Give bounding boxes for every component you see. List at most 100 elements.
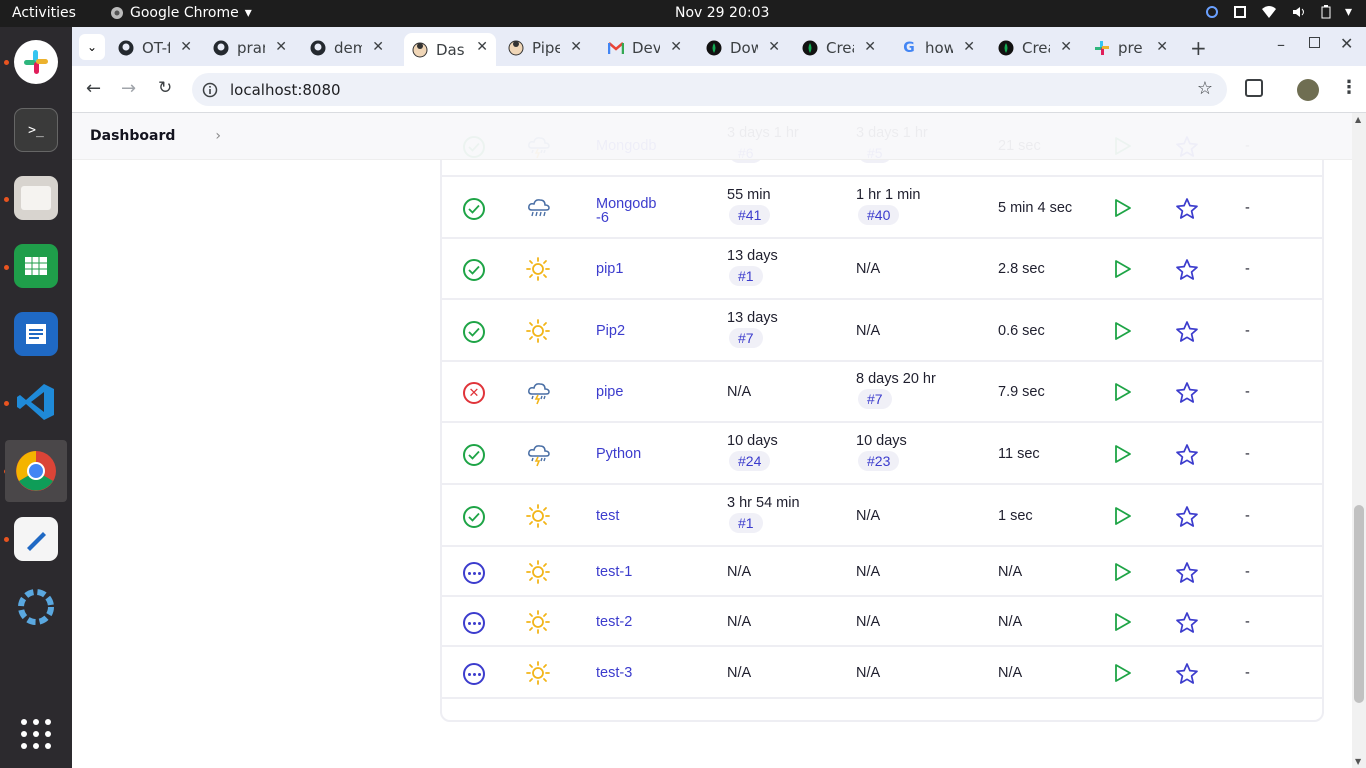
scroll-up-arrow-icon[interactable]: ▲ <box>1355 115 1361 124</box>
favorite-star-icon[interactable] <box>1175 505 1199 533</box>
job-name-link[interactable]: pip1 <box>596 262 666 277</box>
tab-close-icon[interactable]: ✕ <box>670 39 682 55</box>
tab-close-icon[interactable]: ✕ <box>180 39 192 55</box>
clock[interactable]: Nov 29 20:03 <box>675 5 769 21</box>
reload-icon[interactable]: ↻ <box>158 78 172 98</box>
extensions-icon[interactable] <box>1245 79 1263 97</box>
bookmark-star-icon[interactable]: ☆ <box>1197 78 1213 99</box>
tab-title: how <box>925 39 953 57</box>
tab-close-icon[interactable]: ✕ <box>372 39 384 55</box>
tab-search-chevron-icon[interactable]: ⌄ <box>79 34 105 60</box>
favorite-star-icon[interactable] <box>1175 258 1199 286</box>
job-name-link[interactable]: Python <box>596 447 666 462</box>
last-success-build-link[interactable]: #41 <box>729 205 771 225</box>
build-now-play-icon[interactable] <box>1114 562 1132 586</box>
favorite-star-icon[interactable] <box>1175 443 1199 471</box>
app-menu[interactable]: Google Chrome ▾ <box>110 5 252 21</box>
tab-close-icon[interactable]: ✕ <box>476 39 488 55</box>
slack-favicon-icon <box>1094 40 1110 56</box>
tab-close-icon[interactable]: ✕ <box>963 39 975 55</box>
last-success-build-link[interactable]: #1 <box>729 266 763 286</box>
last-success-build-link[interactable]: #7 <box>729 328 763 348</box>
shutter-dock-icon[interactable] <box>14 585 58 629</box>
tab-dem[interactable]: dem ✕ <box>302 33 392 63</box>
vscode-dock-icon[interactable] <box>14 380 58 424</box>
build-now-play-icon[interactable] <box>1114 259 1132 283</box>
build-now-play-icon[interactable] <box>1114 321 1132 345</box>
status-not-built-icon <box>463 663 485 685</box>
description: - <box>1245 508 1250 524</box>
profile-avatar[interactable] <box>1297 79 1319 101</box>
activities-button[interactable]: Activities <box>12 5 76 21</box>
last-success-build-link[interactable]: #24 <box>729 451 771 471</box>
tab-close-icon[interactable]: ✕ <box>570 39 582 55</box>
text-editor-dock-icon[interactable] <box>14 517 58 561</box>
build-now-play-icon[interactable] <box>1114 506 1132 530</box>
show-apps-icon[interactable] <box>14 712 58 756</box>
back-arrow-icon[interactable]: ← <box>86 78 101 99</box>
spreadsheet-dock-icon[interactable] <box>14 244 58 288</box>
job-name-link[interactable]: test <box>596 509 666 524</box>
last-failure-build-link[interactable]: #7 <box>858 389 892 409</box>
build-now-play-icon[interactable] <box>1114 663 1132 687</box>
last-success-build-link[interactable]: #1 <box>729 513 763 533</box>
build-now-play-icon[interactable] <box>1114 198 1132 222</box>
writer-dock-icon[interactable] <box>14 312 58 356</box>
tab-dasl[interactable]: Dasl ✕ <box>404 33 496 66</box>
url-text[interactable]: localhost:8080 <box>230 81 341 99</box>
breadcrumb-chevron-icon[interactable]: › <box>215 128 221 144</box>
files-dock-icon[interactable] <box>14 176 58 220</box>
scrollbar-thumb[interactable] <box>1354 505 1364 703</box>
restore-icon[interactable] <box>1309 37 1320 48</box>
last-failure-build-link[interactable]: #40 <box>858 205 900 225</box>
site-info-icon[interactable] <box>202 82 218 98</box>
favorite-star-icon[interactable] <box>1175 662 1199 690</box>
tab-ot-f[interactable]: OT-f ✕ <box>110 33 200 63</box>
job-name-link[interactable]: test-2 <box>596 615 666 630</box>
favorite-star-icon[interactable] <box>1175 611 1199 639</box>
job-name-link[interactable]: Mongodb -6 <box>596 197 666 226</box>
job-name-link[interactable]: Pip2 <box>596 324 666 339</box>
slack-dock-icon[interactable] <box>14 40 58 84</box>
chrome-dock-icon[interactable] <box>5 440 67 502</box>
favorite-star-icon[interactable] <box>1175 197 1199 225</box>
tab-dev[interactable]: Dev ✕ <box>600 33 690 63</box>
close-window-icon[interactable]: ✕ <box>1340 34 1353 53</box>
tab-pran[interactable]: pran ✕ <box>205 33 295 63</box>
tab-dow[interactable]: Dow ✕ <box>698 33 788 63</box>
last-failure-text: N/A <box>856 614 881 630</box>
kebab-menu-icon[interactable]: ⋮ <box>1340 77 1358 98</box>
job-name-link[interactable]: test-1 <box>596 565 666 580</box>
minimize-icon[interactable]: – <box>1277 35 1285 54</box>
build-now-play-icon[interactable] <box>1114 382 1132 406</box>
favorite-star-icon[interactable] <box>1175 381 1199 409</box>
tab-pre[interactable]: pre ✕ <box>1086 33 1176 63</box>
system-tray[interactable]: ▾ <box>1205 4 1352 20</box>
tab-crea[interactable]: Crea ✕ <box>794 33 884 63</box>
last-failure-build-link[interactable]: #23 <box>858 451 900 471</box>
tab-close-icon[interactable]: ✕ <box>768 39 780 55</box>
tab-crea[interactable]: Crea ✕ <box>990 33 1080 63</box>
terminal-dock-icon[interactable]: >_ <box>14 108 58 152</box>
build-now-play-icon[interactable] <box>1114 444 1132 468</box>
page-scrollbar[interactable]: ▲ ▼ <box>1352 113 1366 768</box>
address-bar[interactable]: localhost:8080 ☆ <box>192 73 1227 106</box>
job-name-link[interactable]: pipe <box>596 385 666 400</box>
job-name-link[interactable]: test-3 <box>596 666 666 681</box>
last-success: 10 days #24 <box>727 433 778 471</box>
forward-arrow-icon[interactable]: → <box>121 78 136 99</box>
last-failure: N/A <box>856 564 880 580</box>
tab-how[interactable]: Ghow ✕ <box>893 33 983 63</box>
tab-close-icon[interactable]: ✕ <box>1060 39 1072 55</box>
breadcrumb-dashboard-link[interactable]: Dashboard <box>90 128 175 144</box>
favorite-star-icon[interactable] <box>1175 561 1199 589</box>
new-tab-plus-icon[interactable]: + <box>1190 36 1207 60</box>
build-now-play-icon[interactable] <box>1114 612 1132 636</box>
favorite-star-icon[interactable] <box>1175 320 1199 348</box>
tab-close-icon[interactable]: ✕ <box>1156 39 1168 55</box>
scroll-down-arrow-icon[interactable]: ▼ <box>1355 757 1361 766</box>
tab-close-icon[interactable]: ✕ <box>275 39 287 55</box>
status-success-icon <box>463 506 485 528</box>
tab-close-icon[interactable]: ✕ <box>864 39 876 55</box>
tab-pipe[interactable]: Pipe ✕ <box>500 33 590 63</box>
